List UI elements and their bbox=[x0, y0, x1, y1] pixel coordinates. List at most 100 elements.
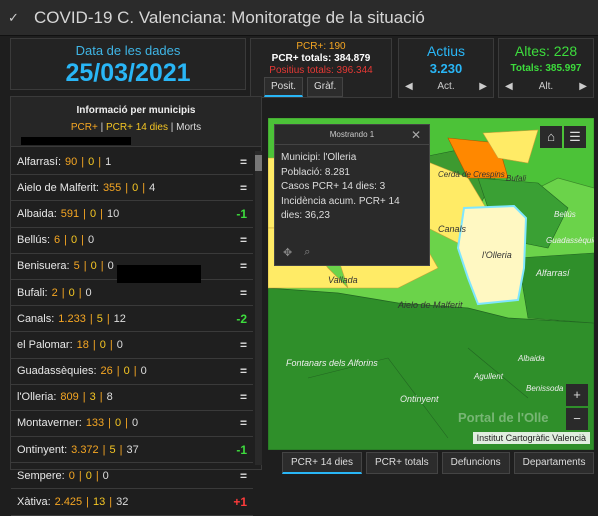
trend-indicator: -1 bbox=[236, 206, 247, 221]
zoom-out-button[interactable]: − bbox=[566, 408, 588, 430]
date-panel: Data de les dades 25/03/2021 bbox=[10, 38, 246, 90]
municipis-scrollbar[interactable] bbox=[255, 151, 262, 465]
popup-footer: ✥ ⌕ bbox=[283, 246, 310, 259]
municipi-pcr: 2.425 bbox=[54, 496, 83, 509]
municipi-pcr: 133 bbox=[85, 417, 105, 430]
municipi-name: Alfarrasí: bbox=[17, 155, 62, 168]
zoom-to-icon[interactable]: ⌕ bbox=[304, 246, 310, 259]
separator: | bbox=[83, 207, 86, 220]
positius-totals: Positius totals: 396.344 bbox=[269, 65, 373, 76]
map-label-alfarrasi: Alfarrasí bbox=[536, 268, 570, 278]
municipi-pcr14: 3 bbox=[89, 391, 96, 404]
municipi-morts: 0 bbox=[140, 365, 147, 378]
list-icon[interactable]: ☰ bbox=[564, 126, 586, 148]
separator: | bbox=[108, 417, 112, 430]
map-watermark: Portal de l'Olle bbox=[458, 410, 549, 425]
tab-pcr14[interactable]: PCR+ 14 dies bbox=[282, 452, 362, 474]
altes-nav-label[interactable]: Alt. bbox=[539, 81, 553, 92]
map-label-vallada: Vallada bbox=[328, 275, 358, 285]
move-icon[interactable]: ✥ bbox=[283, 246, 292, 259]
map-label-olleria: l'Olleria bbox=[482, 250, 512, 260]
trend-indicator: -2 bbox=[236, 311, 247, 326]
popup-line: Incidència acum. PCR+ 14 bbox=[281, 195, 400, 207]
municipi-morts: 0 bbox=[85, 286, 92, 299]
separator: | bbox=[81, 234, 84, 247]
actius-title: Actius bbox=[426, 43, 466, 59]
municipi-row[interactable]: Albaida: 591 | 0 | 10 -1 bbox=[11, 201, 253, 228]
map-label-benissoda: Benissoda bbox=[526, 384, 564, 393]
municipi-name: Bellús: bbox=[17, 234, 51, 247]
municipi-row[interactable]: Canals: 1.233 | 5 | 12 -2 bbox=[11, 306, 253, 333]
redacted-block bbox=[117, 265, 201, 283]
municipi-row[interactable]: Guadassèquies: 26 | 0 | 0 = bbox=[11, 359, 253, 385]
actius-nav-label[interactable]: Act. bbox=[437, 81, 454, 92]
separator: | bbox=[82, 391, 86, 404]
municipi-name: el Palomar: bbox=[17, 338, 73, 351]
municipi-row[interactable]: Xàtiva: 2.425 | 13 | 32 +1 bbox=[11, 489, 253, 516]
separator: | bbox=[125, 417, 129, 430]
trend-indicator: +1 bbox=[233, 495, 247, 510]
municipi-row[interactable]: Montaverner: 133 | 0 | 0 = bbox=[11, 411, 253, 438]
map-popup[interactable]: Mostrando 1 ✕ Municipi: l'Olleria Poblac… bbox=[274, 124, 430, 266]
tab-graf[interactable]: Gràf. bbox=[307, 77, 344, 97]
trend-indicator: = bbox=[239, 364, 247, 379]
municipi-name: Albaida: bbox=[17, 207, 57, 220]
municipi-name: Guadassèquies: bbox=[17, 365, 97, 378]
map-label-fontanars: Fontanars dels Alforins bbox=[286, 358, 378, 368]
trend-indicator: = bbox=[239, 154, 247, 169]
tab-defuncions[interactable]: Defuncions bbox=[441, 452, 510, 474]
pcr-today: PCR+: 190 bbox=[296, 41, 346, 52]
municipi-pcr: 90 bbox=[65, 155, 78, 168]
municipi-row[interactable]: l'Olleria: 809 | 3 | 8 = bbox=[11, 385, 253, 411]
map-label-albaida: Albaida bbox=[518, 354, 545, 363]
municipi-morts: 0 bbox=[107, 260, 114, 273]
separator: | bbox=[61, 286, 65, 299]
municipi-morts: 0 bbox=[102, 469, 109, 482]
trend-indicator: = bbox=[239, 337, 247, 352]
actius-prev-icon[interactable]: ◀ bbox=[405, 81, 413, 92]
municipi-name: Xàtiva: bbox=[17, 496, 51, 509]
tab-departaments[interactable]: Departaments bbox=[513, 452, 595, 474]
map-label-bellus: Bellús bbox=[554, 210, 576, 219]
separator: | bbox=[89, 312, 93, 325]
altes-next-icon[interactable]: ▶ bbox=[579, 81, 587, 92]
map-label-canals: Canals bbox=[438, 224, 467, 234]
municipi-name: Aielo de Malferit: bbox=[17, 181, 99, 194]
popup-line: Municipi: l'Olleria bbox=[281, 152, 357, 163]
bottom-tabs: PCR+ 14 dies PCR+ totals Defuncions Depa… bbox=[282, 452, 595, 474]
municipi-pcr: 355 bbox=[102, 181, 122, 194]
separator: | bbox=[109, 338, 113, 351]
municipi-row[interactable]: Bufali: 2 | 0 | 0 = bbox=[11, 280, 253, 307]
scroll-thumb[interactable] bbox=[255, 155, 262, 171]
altes-totals: Totals: 385.997 bbox=[510, 63, 582, 74]
municipi-pcr14: 5 bbox=[96, 312, 103, 325]
separator: | bbox=[86, 496, 90, 509]
map-label-guadasse: Guadassèquies bbox=[546, 236, 594, 245]
municipi-pcr14: 0 bbox=[115, 417, 122, 430]
altes-prev-icon[interactable]: ◀ bbox=[505, 81, 513, 92]
municipi-row[interactable]: Sempere: 0 | 0 | 0 = bbox=[11, 463, 253, 490]
tab-pcr-totals[interactable]: PCR+ totals bbox=[365, 452, 438, 474]
municipi-row[interactable]: Alfarrasí: 90 | 0 | 1 = bbox=[11, 149, 253, 176]
home-icon[interactable]: ⌂ bbox=[540, 126, 562, 148]
sub-pcr: PCR+ bbox=[70, 122, 98, 133]
municipi-row[interactable]: Bellús: 6 | 0 | 0 = bbox=[11, 228, 253, 254]
municipi-morts: 1 bbox=[105, 155, 112, 168]
municipi-row[interactable]: Ontinyent: 3.372 | 5 | 37 -1 bbox=[11, 437, 253, 464]
municipi-row[interactable]: el Palomar: 18 | 0 | 0 = bbox=[11, 332, 253, 359]
map-attribution: Institut Cartogràfic Valencià bbox=[472, 432, 590, 444]
map-label-aielo: Aielo de Malferit bbox=[398, 300, 463, 310]
separator: | bbox=[125, 181, 129, 194]
close-icon[interactable]: ✕ bbox=[411, 128, 421, 142]
zoom-in-button[interactable]: + bbox=[566, 384, 588, 406]
popup-body: Municipi: l'Olleria Població: 8.281 Caso… bbox=[275, 145, 429, 230]
trend-indicator: = bbox=[239, 468, 247, 483]
trend-indicator: = bbox=[239, 180, 247, 195]
separator: | bbox=[119, 443, 123, 456]
actius-next-icon[interactable]: ▶ bbox=[479, 81, 487, 92]
municipi-pcr14: 5 bbox=[109, 443, 116, 456]
separator: | bbox=[95, 469, 99, 482]
tab-posit[interactable]: Posit. bbox=[264, 77, 304, 97]
municipi-row[interactable]: Aielo de Malferit: 355 | 0 | 4 = bbox=[11, 175, 253, 202]
separator: | bbox=[133, 365, 137, 378]
